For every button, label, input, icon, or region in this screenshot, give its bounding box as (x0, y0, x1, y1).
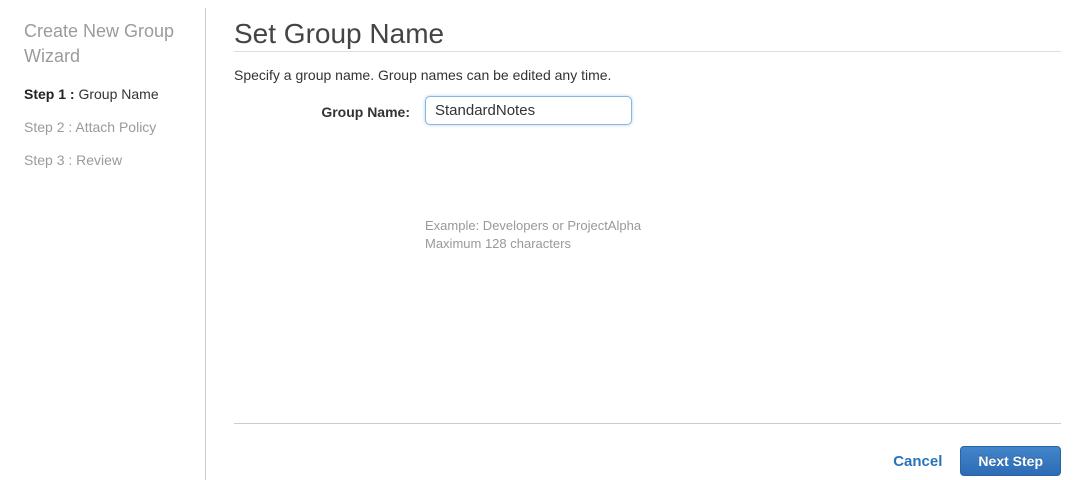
page-title: Set Group Name (234, 18, 445, 49)
step-2-label: Attach Policy (72, 119, 157, 135)
group-name-label: Group Name: (321, 104, 410, 120)
step-2-prefix: Step 2 : (24, 119, 73, 135)
sidebar-step-group-name[interactable]: Step 1 : Group Name (24, 87, 159, 101)
group-name-hint-max: Maximum 128 characters (425, 236, 571, 251)
title-divider (234, 51, 1061, 52)
page-description: Specify a group name. Group names can be… (234, 67, 612, 83)
group-name-input[interactable] (425, 96, 632, 125)
wizard-title: Create New Group Wizard (24, 21, 175, 66)
footer-actions: Cancel Next Step (893, 446, 1061, 476)
wizard-steps: Step 1 : Group Name Step 2 : Attach Poli… (24, 87, 159, 186)
sidebar-divider (205, 8, 206, 480)
next-step-button[interactable]: Next Step (960, 446, 1061, 476)
footer-divider (234, 423, 1061, 424)
step-3-label: Review (72, 152, 123, 168)
main-panel: Set Group Name Specify a group name. Gro… (234, 0, 1061, 480)
cancel-button[interactable]: Cancel (893, 453, 942, 470)
sidebar-step-review[interactable]: Step 3 : Review (24, 153, 159, 167)
wizard-sidebar: Create New Group Wizard Step 1 : Group N… (0, 0, 205, 480)
sidebar-step-attach-policy[interactable]: Step 2 : Attach Policy (24, 120, 159, 134)
group-name-hint-example: Example: Developers or ProjectAlpha (425, 218, 642, 233)
step-1-prefix: Step 1 : (24, 86, 75, 102)
step-3-prefix: Step 3 : (24, 152, 73, 168)
create-group-wizard-screen: Create New Group Wizard Step 1 : Group N… (0, 0, 1073, 480)
step-1-label: Group Name (74, 86, 159, 102)
